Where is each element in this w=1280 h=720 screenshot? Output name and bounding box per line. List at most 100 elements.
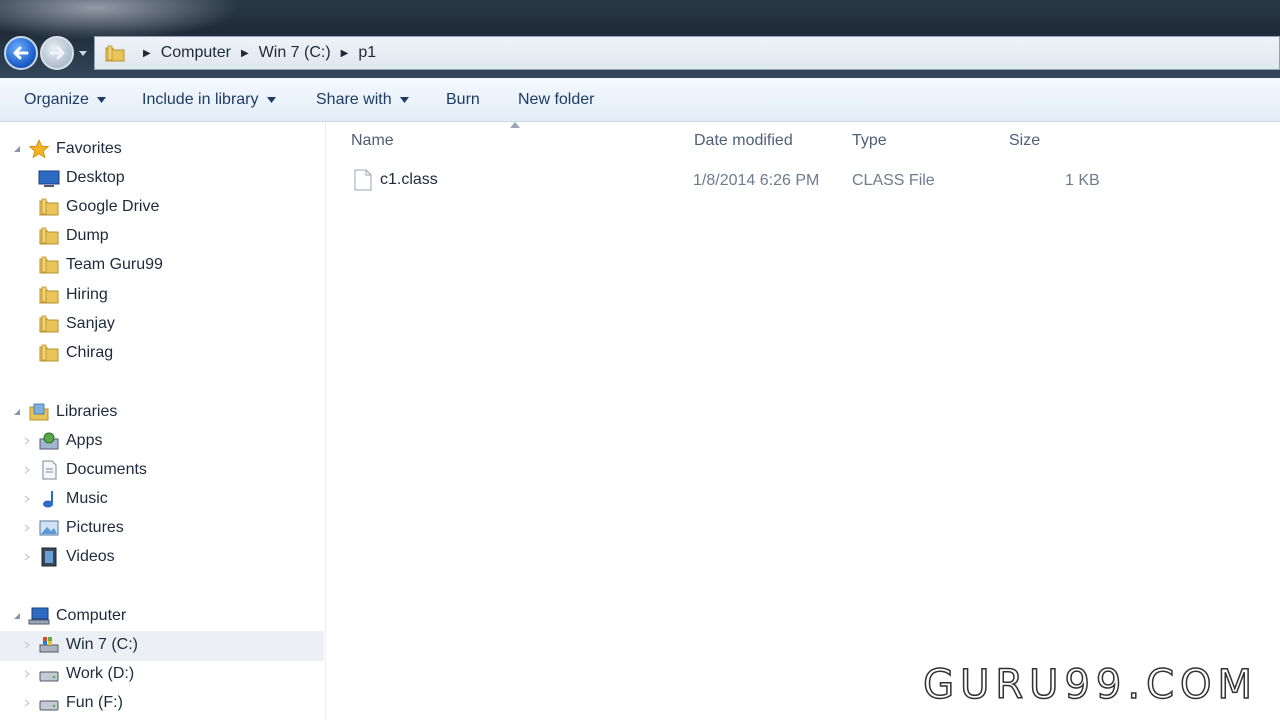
nav-item-apps[interactable]: Apps: [22, 429, 102, 453]
film-strip-icon: [41, 547, 57, 567]
folder-icon: [39, 315, 59, 333]
organize-label: Organize: [24, 91, 89, 108]
breadcrumb-p1[interactable]: p1: [358, 44, 376, 62]
nav-item-label: Dump: [66, 227, 109, 244]
organize-button[interactable]: Organize: [24, 91, 106, 109]
column-header-type[interactable]: Type: [852, 132, 887, 150]
nav-item-music[interactable]: Music: [22, 487, 108, 511]
file-type: CLASS File: [852, 172, 935, 189]
nav-item-google-drive[interactable]: Google Drive: [38, 195, 159, 219]
breadcrumb-win7[interactable]: Win 7 (C:): [259, 44, 331, 62]
nav-item-label: Desktop: [66, 169, 125, 186]
include-in-library-button[interactable]: Include in library: [142, 91, 276, 109]
file-name: c1.class: [380, 171, 438, 188]
share-with-label: Share with: [316, 91, 392, 108]
chevron-down-icon: [399, 97, 409, 103]
nav-item-chirag[interactable]: Chirag: [38, 341, 113, 365]
folder-icon: [39, 344, 59, 362]
new-folder-button[interactable]: New folder: [518, 91, 594, 109]
system-drive-icon: [39, 637, 59, 653]
file-date-modified: 1/8/2014 6:26 PM: [693, 172, 820, 189]
command-bar: Organize Include in library Share with B…: [0, 78, 1280, 122]
nav-computer[interactable]: Computer: [12, 604, 126, 628]
nav-item-work-drive[interactable]: Work (D:): [22, 662, 134, 686]
burn-label: Burn: [446, 91, 480, 108]
apps-library-icon: [39, 432, 59, 450]
collapse-arrow-icon[interactable]: [22, 523, 32, 533]
watermark: GURU99.COM: [922, 661, 1258, 709]
expand-arrow-icon[interactable]: [12, 144, 22, 154]
nav-item-videos[interactable]: Videos: [22, 545, 115, 569]
libraries-icon: [29, 403, 49, 421]
expand-arrow-icon[interactable]: [12, 407, 22, 417]
documents-icon: [42, 460, 57, 480]
nav-item-dump[interactable]: Dump: [38, 224, 109, 248]
nav-item-documents[interactable]: Documents: [22, 458, 147, 482]
nav-item-hiring[interactable]: Hiring: [38, 283, 108, 307]
nav-libraries[interactable]: Libraries: [12, 400, 117, 424]
nav-libraries-label: Libraries: [56, 403, 118, 420]
collapse-arrow-icon[interactable]: [22, 698, 32, 708]
chevron-down-icon: [266, 97, 276, 103]
breadcrumb-separator-icon[interactable]: ▶: [341, 48, 349, 59]
window-titlebar: ▶ Computer ▶ Win 7 (C:) ▶ p1: [0, 0, 1280, 78]
column-header-size[interactable]: Size: [1009, 132, 1040, 150]
collapse-arrow-icon[interactable]: [22, 436, 32, 446]
nav-item-fun-drive[interactable]: Fun (F:): [22, 691, 123, 715]
sort-ascending-icon: [510, 122, 520, 128]
nav-item-win7-drive[interactable]: Win 7 (C:): [22, 633, 138, 657]
forward-button[interactable]: [40, 36, 74, 70]
nav-item-sanjay[interactable]: Sanjay: [38, 312, 115, 336]
folder-icon: [39, 286, 59, 304]
nav-favorites-label: Favorites: [56, 140, 122, 157]
nav-favorites[interactable]: Favorites: [12, 137, 122, 161]
nav-item-desktop[interactable]: Desktop: [38, 166, 125, 190]
file-list-pane: Name Date modified Type Size c1.class 1/…: [326, 122, 1280, 720]
hard-drive-icon: [39, 671, 59, 682]
collapse-arrow-icon[interactable]: [22, 552, 32, 562]
folder-icon: [105, 45, 125, 62]
titlebar-glow: [0, 0, 240, 40]
nav-item-label: Videos: [66, 548, 115, 565]
nav-item-label: Pictures: [66, 519, 124, 536]
forward-arrow-icon: [49, 46, 65, 60]
column-header-name[interactable]: Name: [351, 132, 394, 150]
collapse-arrow-icon[interactable]: [22, 640, 32, 650]
nav-computer-label: Computer: [56, 607, 127, 624]
hard-drive-icon: [39, 700, 59, 711]
recent-pages-dropdown-icon[interactable]: [78, 50, 88, 58]
chevron-down-icon: [96, 97, 106, 103]
folder-icon: [39, 227, 59, 245]
back-arrow-icon: [13, 46, 29, 60]
nav-item-label: Chirag: [66, 344, 114, 361]
breadcrumb-separator-icon[interactable]: ▶: [241, 48, 249, 59]
file-icon: [354, 169, 372, 191]
nav-item-label: Google Drive: [66, 198, 160, 215]
nav-item-label: Win 7 (C:): [66, 636, 138, 653]
column-header-date-modified[interactable]: Date modified: [694, 132, 793, 150]
include-in-library-label: Include in library: [142, 91, 259, 108]
collapse-arrow-icon[interactable]: [22, 465, 32, 475]
folder-icon: [39, 198, 59, 216]
back-button[interactable]: [4, 36, 38, 70]
share-with-button[interactable]: Share with: [316, 91, 409, 109]
breadcrumb-separator-icon[interactable]: ▶: [143, 48, 151, 59]
nav-item-label: Music: [66, 490, 108, 507]
collapse-arrow-icon[interactable]: [22, 669, 32, 679]
nav-item-label: Apps: [66, 432, 103, 449]
nav-item-label: Documents: [66, 461, 147, 478]
nav-item-pictures[interactable]: Pictures: [22, 516, 124, 540]
nav-item-label: Fun (F:): [66, 694, 123, 711]
collapse-arrow-icon[interactable]: [22, 494, 32, 504]
music-note-icon: [43, 491, 53, 508]
computer-icon: [28, 607, 50, 625]
nav-item-label: Hiring: [66, 286, 108, 303]
expand-arrow-icon[interactable]: [12, 611, 22, 621]
address-bar[interactable]: ▶ Computer ▶ Win 7 (C:) ▶ p1: [94, 36, 1280, 70]
pictures-icon: [39, 520, 59, 536]
burn-button[interactable]: Burn: [446, 91, 480, 109]
navigation-pane: Favorites Desktop Google Drive Dump Team…: [0, 122, 326, 720]
nav-item-team-guru99[interactable]: Team Guru99: [38, 253, 163, 277]
file-name-cell[interactable]: c1.class: [354, 169, 438, 191]
breadcrumb-computer[interactable]: Computer: [161, 44, 231, 62]
